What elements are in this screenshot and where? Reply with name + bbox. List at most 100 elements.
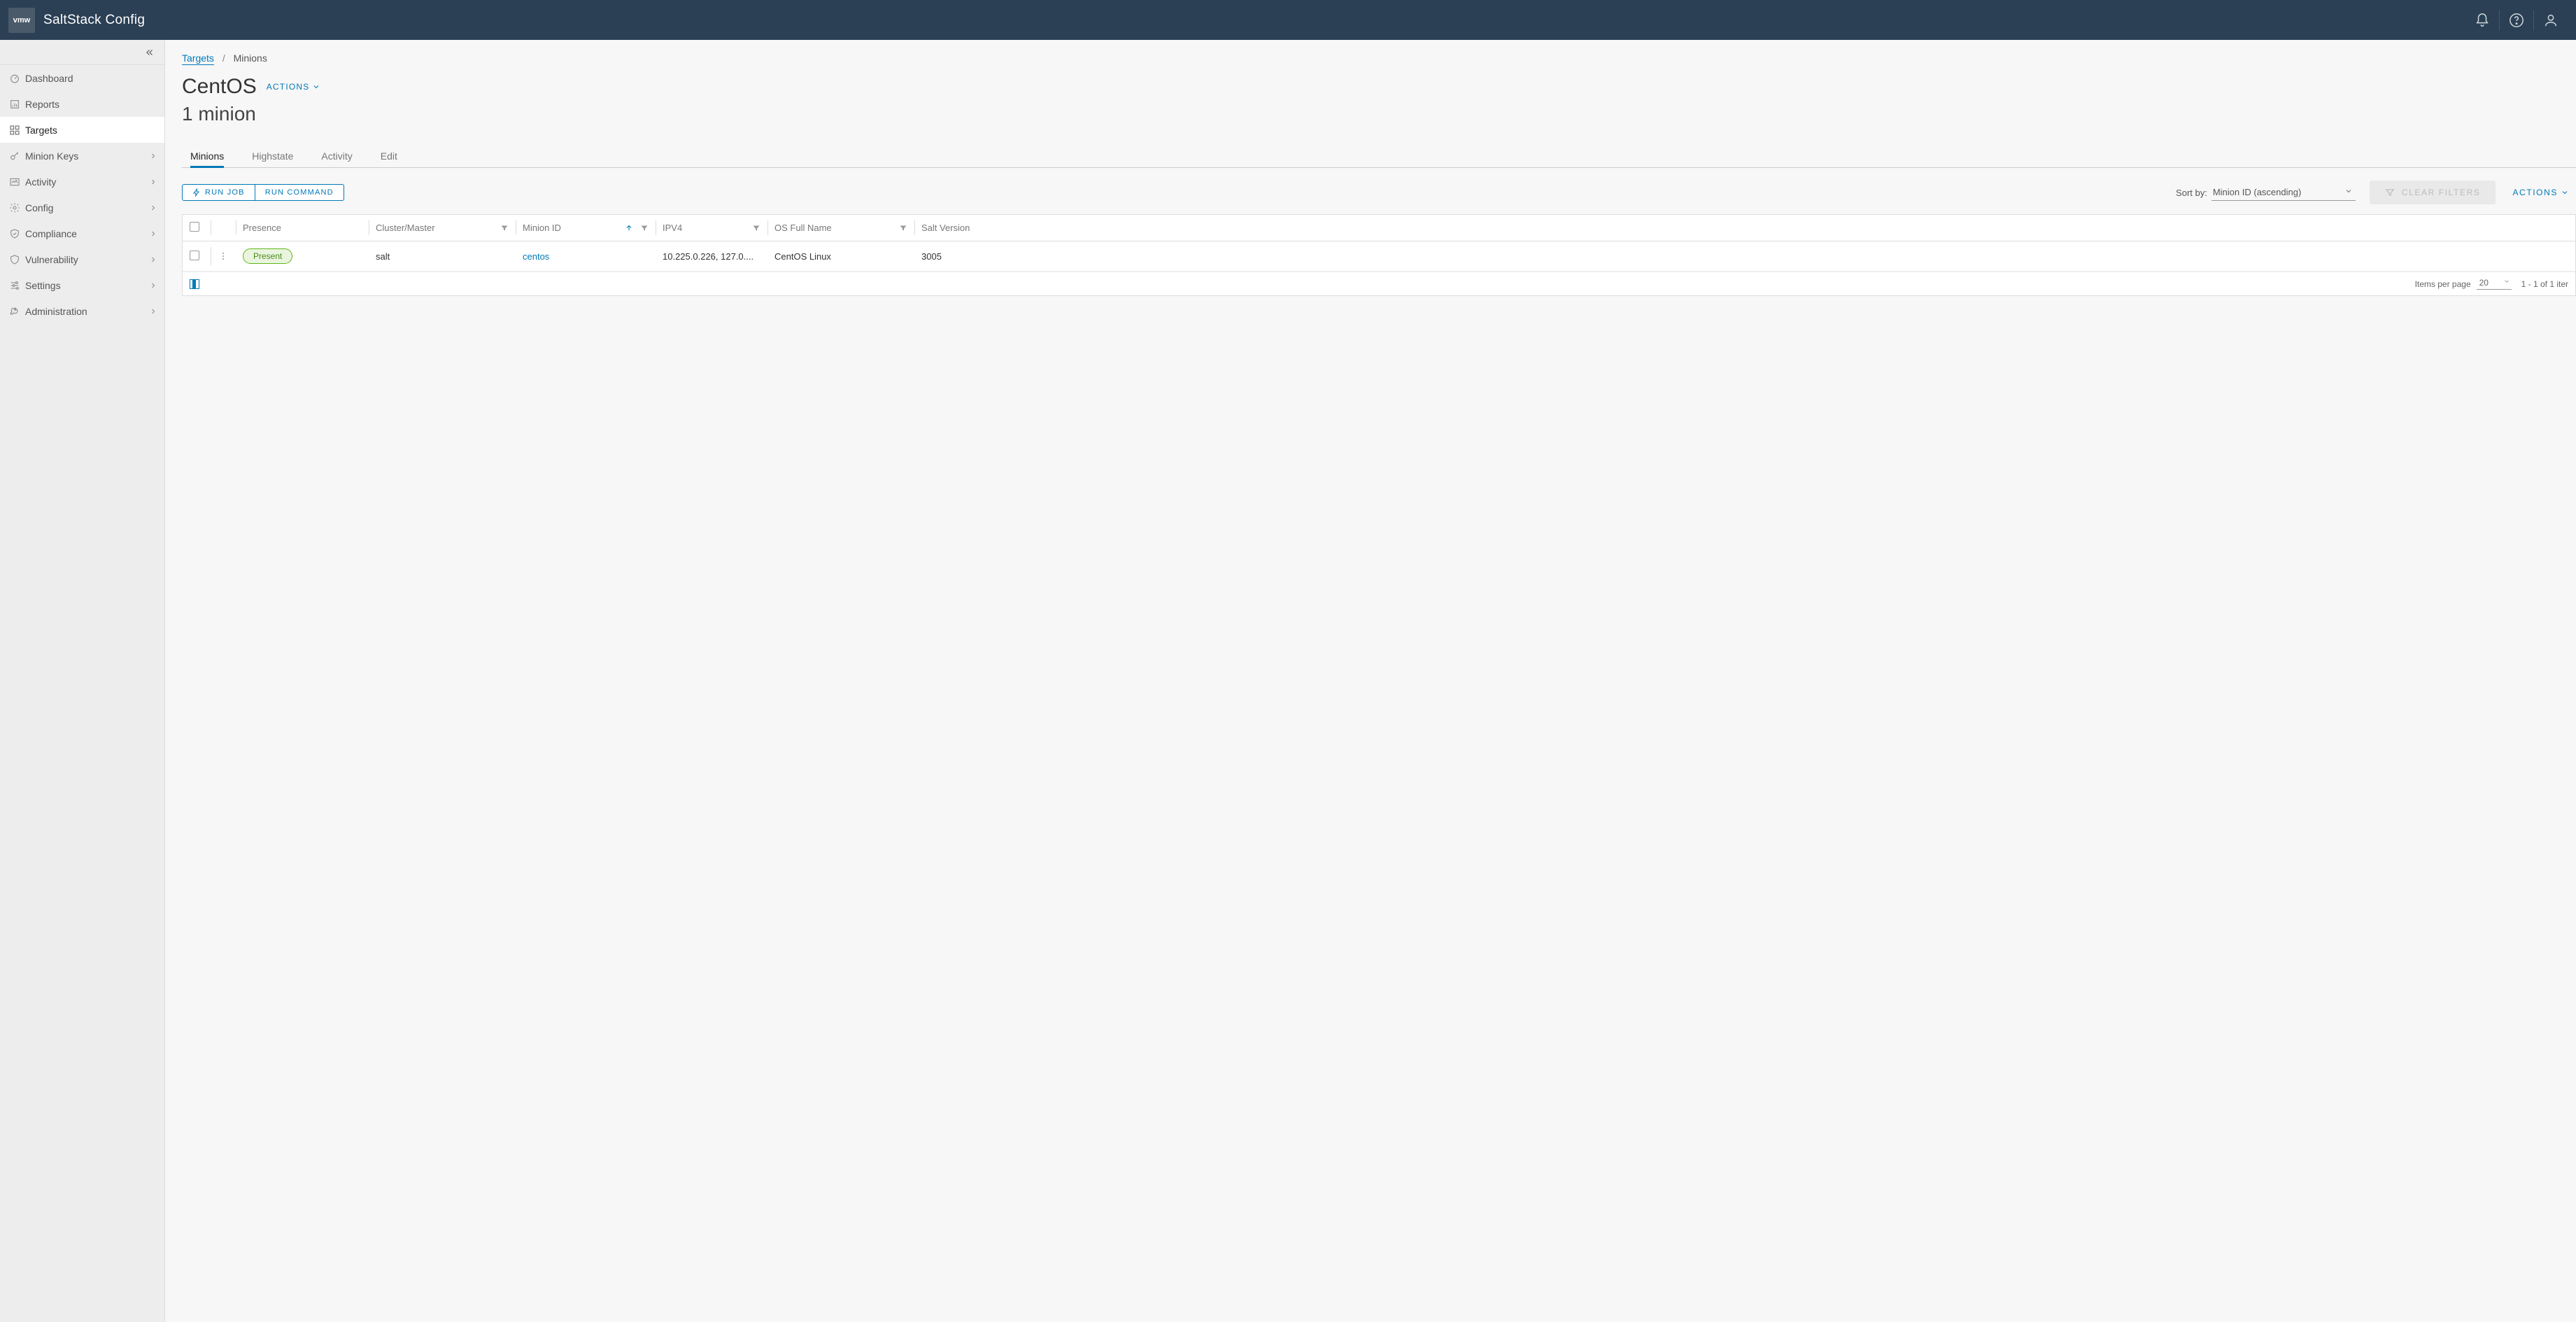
tab-edit[interactable]: Edit <box>381 145 397 167</box>
sidebar-item-label: Config <box>25 202 53 213</box>
app-title: SaltStack Config <box>43 13 145 28</box>
clear-filters-button[interactable]: CLEAR FILTERS <box>2370 181 2496 204</box>
tab-highstate[interactable]: Highstate <box>252 145 293 167</box>
sidebar-item-label: Settings <box>25 280 61 291</box>
minion-id-link[interactable]: centos <box>523 251 549 262</box>
column-cluster-master[interactable]: Cluster/Master <box>376 223 435 233</box>
keys-icon <box>7 150 22 162</box>
run-job-label: RUN JOB <box>205 188 245 197</box>
sidebar-item-label: Compliance <box>25 228 77 239</box>
column-ipv4[interactable]: IPV4 <box>663 223 682 233</box>
column-presence[interactable]: Presence <box>243 223 281 233</box>
bell-icon[interactable] <box>2465 1 2499 40</box>
chevron-right-icon <box>149 204 157 212</box>
targets-icon <box>7 125 22 136</box>
sort-asc-icon[interactable] <box>625 224 633 232</box>
sidebar-item-compliance[interactable]: Compliance <box>0 220 164 246</box>
chevron-right-icon <box>149 255 157 264</box>
column-picker-button[interactable] <box>190 279 199 289</box>
cell-os-full-name: CentOS Linux <box>767 241 914 272</box>
row-checkbox[interactable] <box>190 251 199 260</box>
administration-icon <box>7 306 22 317</box>
bolt-icon <box>192 188 201 197</box>
table-actions-label: ACTIONS <box>2512 188 2558 197</box>
toolbar: RUN JOB RUN COMMAND Sort by: Minion ID (… <box>182 181 2576 204</box>
user-icon[interactable] <box>2534 1 2568 40</box>
sidebar-item-label: Minion Keys <box>25 150 78 162</box>
filter-icon[interactable] <box>752 224 760 232</box>
sidebar-item-label: Targets <box>25 125 57 136</box>
column-minion-id[interactable]: Minion ID <box>523 223 561 233</box>
title-actions-dropdown[interactable]: ACTIONS <box>267 82 321 92</box>
minions-table: Presence Cluster/Master <box>182 214 2576 296</box>
column-os-full-name[interactable]: OS Full Name <box>774 223 832 233</box>
cell-salt-version: 3005 <box>914 241 2575 272</box>
dashboard-icon <box>7 73 22 84</box>
column-salt-version[interactable]: Salt Version <box>921 223 970 233</box>
filter-icon[interactable] <box>899 224 907 232</box>
items-per-page-select[interactable]: 20 <box>2477 278 2512 290</box>
chevron-down-icon <box>312 83 320 91</box>
sidebar-item-dashboard[interactable]: Dashboard <box>0 65 164 91</box>
sort-by-label: Sort by: <box>2176 188 2207 198</box>
chevron-right-icon <box>149 178 157 186</box>
help-icon[interactable] <box>2500 1 2533 40</box>
tab-activity[interactable]: Activity <box>321 145 352 167</box>
activity-icon <box>7 176 22 188</box>
sidebar-item-targets[interactable]: Targets <box>0 117 164 143</box>
settings-icon <box>7 280 22 291</box>
run-command-label: RUN COMMAND <box>265 188 334 197</box>
sidebar-item-settings[interactable]: Settings <box>0 272 164 298</box>
sidebar-item-label: Dashboard <box>25 73 73 84</box>
filter-icon[interactable] <box>500 224 509 232</box>
sidebar-item-reports[interactable]: Reports <box>0 91 164 117</box>
row-menu-button[interactable] <box>218 251 229 261</box>
filter-icon <box>2385 188 2395 197</box>
sort-by-value: Minion ID (ascending) <box>2213 187 2301 197</box>
reports-icon <box>7 99 22 110</box>
config-icon <box>7 202 22 213</box>
sidebar-item-administration[interactable]: Administration <box>0 298 164 324</box>
app-header: vmw SaltStack Config <box>0 0 2576 40</box>
tab-minions[interactable]: Minions <box>190 145 224 167</box>
chevron-down-icon <box>2561 188 2569 197</box>
sidebar-collapse-button[interactable] <box>0 40 164 65</box>
select-all-checkbox[interactable] <box>190 222 199 232</box>
run-command-button[interactable]: RUN COMMAND <box>255 184 344 201</box>
pagination-range: 1 - 1 of 1 iter <box>2521 279 2568 289</box>
title-actions-label: ACTIONS <box>267 82 310 92</box>
filter-icon[interactable] <box>640 224 649 232</box>
sidebar-item-label: Reports <box>25 99 59 110</box>
tabs: Minions Highstate Activity Edit <box>182 145 2576 168</box>
sort-by-select[interactable]: Minion ID (ascending) <box>2211 184 2356 201</box>
sidebar-item-activity[interactable]: Activity <box>0 169 164 195</box>
breadcrumb: Targets / Minions <box>182 52 2576 64</box>
breadcrumb-separator: / <box>222 52 225 64</box>
sidebar-item-config[interactable]: Config <box>0 195 164 220</box>
chevron-right-icon <box>149 281 157 290</box>
cell-ipv4: 10.225.0.226, 127.0.... <box>656 241 767 272</box>
clear-filters-label: CLEAR FILTERS <box>2402 188 2481 197</box>
breadcrumb-current: Minions <box>234 52 267 64</box>
vulnerability-icon <box>7 254 22 265</box>
vmw-logo: vmw <box>8 8 35 33</box>
chevron-down-icon <box>2344 187 2353 195</box>
table-actions-dropdown[interactable]: ACTIONS <box>2512 188 2569 197</box>
kebab-icon <box>218 251 228 261</box>
items-per-page-value: 20 <box>2479 278 2489 288</box>
chevron-right-icon <box>149 152 157 160</box>
table-header-row: Presence Cluster/Master <box>183 215 2575 241</box>
chevron-right-icon <box>149 307 157 316</box>
sidebar-item-label: Activity <box>25 176 56 188</box>
table-row[interactable]: Present salt centos 10.225.0.226, 127.0.… <box>183 241 2575 272</box>
table-footer: Items per page 20 1 - 1 of 1 iter <box>183 272 2575 295</box>
cell-cluster-master: salt <box>369 241 516 272</box>
compliance-icon <box>7 228 22 239</box>
sidebar-item-label: Vulnerability <box>25 254 78 265</box>
run-job-button[interactable]: RUN JOB <box>182 184 255 201</box>
sidebar-item-vulnerability[interactable]: Vulnerability <box>0 246 164 272</box>
breadcrumb-root-link[interactable]: Targets <box>182 52 214 65</box>
sidebar: Dashboard Reports Targets Minion Keys <box>0 40 165 1322</box>
page-title: CentOS <box>182 75 257 99</box>
sidebar-item-minion-keys[interactable]: Minion Keys <box>0 143 164 169</box>
